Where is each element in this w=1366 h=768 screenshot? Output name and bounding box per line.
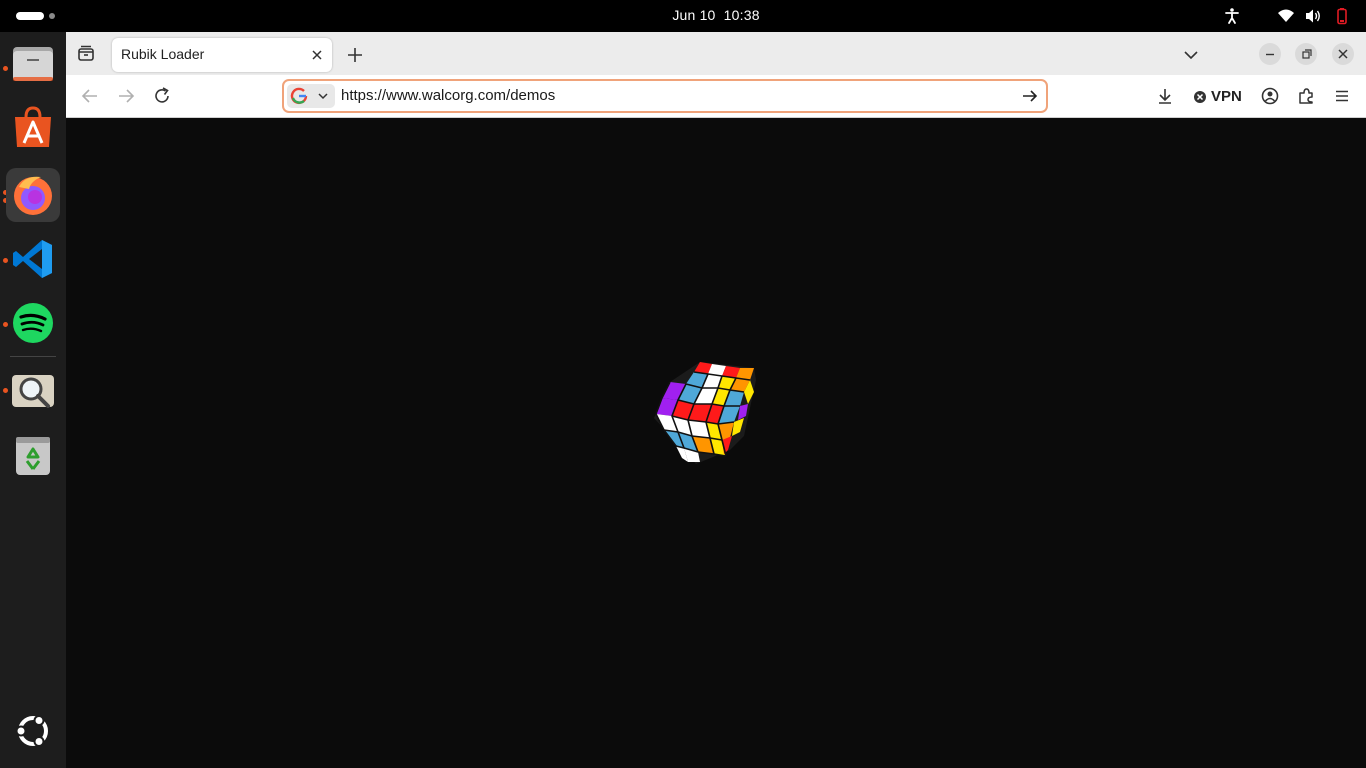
account-button[interactable] xyxy=(1259,85,1281,107)
url-text[interactable]: https://www.walcorg.com/demos xyxy=(341,87,555,104)
dock-app-files[interactable] xyxy=(6,36,60,90)
search-engine-button[interactable] xyxy=(287,84,335,108)
firefox-icon xyxy=(14,176,52,215)
menu-button[interactable] xyxy=(1331,85,1353,107)
page-content xyxy=(66,118,1366,768)
power-icon[interactable] xyxy=(1333,7,1351,25)
downloads-button[interactable] xyxy=(1154,85,1176,107)
clock[interactable]: Jun 10 10:38 xyxy=(0,7,1366,23)
go-button[interactable] xyxy=(1020,86,1040,106)
list-all-tabs-button[interactable] xyxy=(1180,44,1202,66)
dock-app-vscode[interactable] xyxy=(6,232,60,286)
wifi-icon[interactable] xyxy=(1277,7,1295,25)
vscode-icon xyxy=(13,240,52,278)
close-icon xyxy=(312,50,322,60)
download-icon xyxy=(1159,89,1171,104)
dock-app-app-center[interactable] xyxy=(6,100,60,154)
arrow-right-icon xyxy=(1023,90,1038,102)
dock-app-spotify[interactable] xyxy=(6,296,60,350)
new-tab-button[interactable] xyxy=(344,44,366,66)
accessibility-icon[interactable] xyxy=(1223,7,1241,25)
browser-window: Rubik Loader https://www.walcorg.com/dem… xyxy=(66,32,1366,768)
puzzle-icon xyxy=(1299,88,1313,104)
vpn-button[interactable]: VPN xyxy=(1193,87,1242,107)
arrow-right-icon xyxy=(119,89,135,103)
files-icon xyxy=(13,47,53,81)
trash-icon xyxy=(16,437,50,475)
clock-date: Jun 10 xyxy=(672,7,716,23)
tab-overview-button[interactable] xyxy=(74,42,98,66)
plus-icon xyxy=(348,48,362,62)
spotify-icon xyxy=(13,303,53,343)
hamburger-menu-icon xyxy=(1336,90,1348,102)
arrow-left-icon xyxy=(81,89,97,103)
dock-app-image-viewer[interactable] xyxy=(6,364,60,418)
vpn-label: VPN xyxy=(1211,88,1242,105)
dock xyxy=(0,32,66,768)
url-bar[interactable]: https://www.walcorg.com/demos xyxy=(282,79,1048,113)
tab-overview-icon xyxy=(78,45,94,61)
close-icon xyxy=(1338,49,1348,59)
rubiks-cube-loader xyxy=(654,362,756,464)
app-center-icon xyxy=(15,106,51,147)
navigation-toolbar: https://www.walcorg.com/demos VPN xyxy=(66,75,1366,118)
minimize-icon xyxy=(1266,53,1274,56)
reload-button[interactable] xyxy=(151,85,173,107)
close-window-button[interactable] xyxy=(1332,43,1354,65)
google-icon xyxy=(290,87,328,105)
dock-separator xyxy=(10,356,56,357)
system-top-bar: Jun 10 10:38 xyxy=(0,0,1366,32)
extensions-button[interactable] xyxy=(1295,85,1317,107)
back-button[interactable] xyxy=(79,85,101,107)
show-apps-button[interactable] xyxy=(6,704,60,758)
vpn-off-icon xyxy=(1194,91,1206,103)
tab-bar: Rubik Loader xyxy=(66,32,1366,75)
restore-icon xyxy=(1302,49,1312,59)
browser-tab[interactable]: Rubik Loader xyxy=(112,38,332,72)
account-icon xyxy=(1261,87,1279,105)
chevron-down-icon xyxy=(1184,51,1198,60)
dock-app-firefox[interactable] xyxy=(6,168,60,222)
tab-title: Rubik Loader xyxy=(121,46,205,62)
minimize-button[interactable] xyxy=(1259,43,1281,65)
dock-app-trash[interactable] xyxy=(6,428,60,482)
clock-time: 10:38 xyxy=(723,7,760,23)
close-tab-button[interactable] xyxy=(308,46,326,64)
reload-icon xyxy=(155,87,169,103)
volume-icon[interactable] xyxy=(1304,7,1322,25)
restore-button[interactable] xyxy=(1295,43,1317,65)
image-viewer-icon xyxy=(12,375,54,408)
forward-button[interactable] xyxy=(115,85,137,107)
ubuntu-logo-icon xyxy=(15,715,48,747)
